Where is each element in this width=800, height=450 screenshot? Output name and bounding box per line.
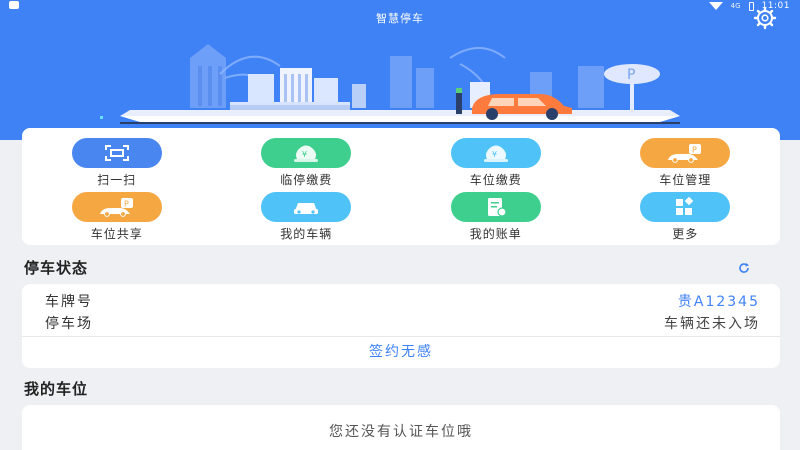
fn-label-more: 更多 <box>672 227 699 241</box>
car-icon <box>294 203 319 214</box>
svg-text:P: P <box>692 146 697 155</box>
my-space-title: 我的车位 <box>24 380 89 398</box>
lot-row: 停车场 车辆还未入场 <box>22 310 780 332</box>
space-manage-button[interactable]: P <box>640 138 731 168</box>
fn-label-my-bills: 我的账单 <box>469 227 522 241</box>
car-parking-icon: P <box>668 144 702 163</box>
header: 4G 11:01 智慧停车 P <box>0 0 800 140</box>
divider <box>22 336 780 337</box>
parking-status-card: 车牌号 贵A12345 停车场 车辆还未入场 签约无感 <box>22 284 780 368</box>
signal-label: 4G <box>730 2 741 10</box>
car-parking-icon: P <box>99 198 133 217</box>
coin-bag-icon: ¥ <box>294 145 319 162</box>
function-grid: 扫一扫 ¥ 临停缴费 ¥ 车位缴费 P 车位管理 P 车位共享 我的车辆 我的账… <box>22 128 780 245</box>
fn-label-space-pay: 车位缴费 <box>469 173 522 187</box>
my-space-card: 您还没有认证车位哦 <box>22 405 780 450</box>
svg-text:P: P <box>627 67 635 83</box>
sign-contract-button[interactable]: 签约无感 <box>22 340 780 364</box>
plate-row: 车牌号 贵A12345 <box>22 288 780 310</box>
grid-icon <box>676 197 694 215</box>
fn-space-share[interactable]: P 车位共享 <box>22 192 212 246</box>
fn-label-my-vehicles: 我的车辆 <box>280 227 333 241</box>
fn-label-temp-pay: 临停缴费 <box>280 173 333 187</box>
function-card: 扫一扫 ¥ 临停缴费 ¥ 车位缴费 P 车位管理 P 车位共享 我的车辆 我的账… <box>22 128 780 245</box>
svg-text:P: P <box>124 200 129 209</box>
notification-icon <box>9 1 19 9</box>
city-banner-illustration: P <box>100 44 680 124</box>
space-share-button[interactable]: P <box>71 192 162 222</box>
fn-my-vehicles[interactable]: 我的车辆 <box>212 192 402 246</box>
wifi-icon <box>708 2 723 10</box>
fn-more[interactable]: 更多 <box>591 192 781 246</box>
fn-temp-pay[interactable]: ¥ 临停缴费 <box>212 138 402 192</box>
plate-value[interactable]: 贵A12345 <box>678 291 760 311</box>
scan-icon <box>104 145 129 161</box>
refresh-icon[interactable] <box>738 262 750 274</box>
coin-bag-icon: ¥ <box>483 145 508 162</box>
temp-pay-button[interactable]: ¥ <box>261 138 352 168</box>
gear-icon[interactable] <box>750 6 780 30</box>
svg-text:¥: ¥ <box>492 150 497 159</box>
fn-space-manage[interactable]: P 车位管理 <box>591 138 781 192</box>
parking-status-title: 停车状态 <box>24 259 89 277</box>
empty-space-message: 您还没有认证车位哦 <box>329 424 473 440</box>
fn-scan[interactable]: 扫一扫 <box>22 138 212 192</box>
more-button[interactable] <box>640 192 731 222</box>
fn-space-pay[interactable]: ¥ 车位缴费 <box>401 138 591 192</box>
my-bills-button[interactable] <box>450 192 541 222</box>
plate-label: 车牌号 <box>45 294 93 310</box>
fn-label-space-manage: 车位管理 <box>659 173 712 187</box>
space-pay-button[interactable]: ¥ <box>450 138 541 168</box>
svg-text:¥: ¥ <box>302 150 307 159</box>
fn-label-space-share: 车位共享 <box>90 227 143 241</box>
bill-icon <box>487 198 507 217</box>
page-title: 智慧停车 <box>376 12 424 25</box>
app-screen: 4G 11:01 智慧停车 P 扫一扫 ¥ 临停缴费 ¥ 车位缴费 P 车位管理… <box>0 0 800 450</box>
lot-label: 停车场 <box>45 316 93 332</box>
fn-label-scan: 扫一扫 <box>97 173 137 187</box>
my-vehicles-button[interactable] <box>261 192 352 222</box>
scan-button[interactable] <box>71 138 162 168</box>
lot-value: 车辆还未入场 <box>664 316 760 332</box>
fn-my-bills[interactable]: 我的账单 <box>401 192 591 246</box>
